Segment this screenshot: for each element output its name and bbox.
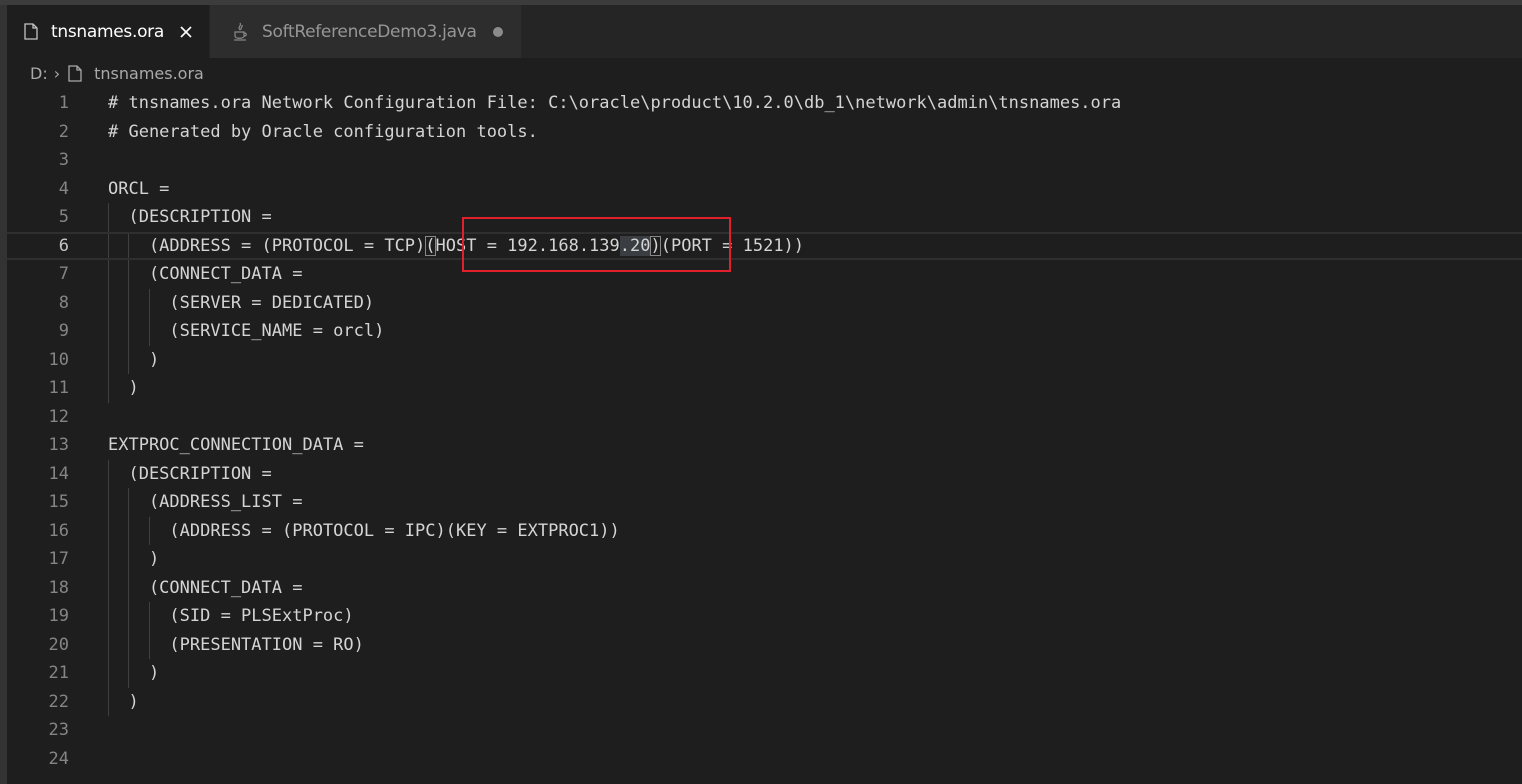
breadcrumb-file[interactable]: tnsnames.ora bbox=[94, 64, 204, 83]
line-number: 4 bbox=[58, 178, 69, 199]
code-segment: (ADDRESS = (PROTOCOL = TCP) bbox=[108, 235, 426, 256]
code-editor[interactable]: 1 # tnsnames.ora Network Configuration Fi… bbox=[7, 89, 1522, 784]
code-line[interactable]: 16 (ADDRESS = (PROTOCOL = IPC)(KEY = EXT… bbox=[7, 516, 1522, 545]
code-line[interactable]: 17 ) bbox=[7, 545, 1522, 574]
file-icon bbox=[24, 23, 38, 40]
code-line[interactable]: 24 bbox=[7, 745, 1522, 774]
chevron-right-icon: › bbox=[53, 63, 61, 83]
line-number: 10 bbox=[48, 349, 69, 370]
code-text: (SID = PLSExtProc) bbox=[108, 606, 354, 626]
code-line[interactable]: 11 ) bbox=[7, 374, 1522, 403]
line-number: 17 bbox=[48, 549, 69, 569]
tab-label: SoftReferenceDemo3.java bbox=[262, 21, 477, 42]
code-text: (CONNECT_DATA = bbox=[108, 577, 303, 598]
unsaved-dot-icon[interactable] bbox=[492, 26, 503, 37]
code-line[interactable]: 15 (ADDRESS_LIST = bbox=[7, 488, 1522, 517]
matched-bracket: ) bbox=[650, 235, 661, 256]
line-number: 18 bbox=[48, 577, 69, 598]
line-number: 21 bbox=[48, 663, 69, 683]
tab-bar: tnsnames.ora SoftReferenceDemo3.java bbox=[0, 5, 1522, 58]
line-number: 2 bbox=[58, 121, 69, 142]
code-segment: (PORT = 1521)) bbox=[660, 235, 805, 256]
tab-label: tnsnames.ora bbox=[51, 21, 164, 42]
code-text: ORCL = bbox=[108, 178, 170, 199]
matched-bracket: ( bbox=[425, 235, 436, 256]
code-line[interactable]: 13 EXTPROC_CONNECTION_DATA = bbox=[7, 431, 1522, 460]
code-text: ) bbox=[108, 549, 160, 569]
code-text: (SERVER = DEDICATED) bbox=[108, 292, 375, 313]
line-number: 16 bbox=[48, 520, 69, 541]
code-text: (ADDRESS_LIST = bbox=[108, 492, 303, 512]
code-line[interactable]: 9 (SERVICE_NAME = orcl) bbox=[7, 317, 1522, 346]
code-text: (PRESENTATION = RO) bbox=[108, 634, 364, 655]
tab-tnsnames[interactable]: tnsnames.ora bbox=[7, 5, 209, 58]
line-number: 14 bbox=[48, 463, 69, 484]
code-line[interactable]: 5 (DESCRIPTION = bbox=[7, 203, 1522, 232]
code-text: # tnsnames.ora Network Configuration Fil… bbox=[108, 93, 1122, 113]
line-number: 19 bbox=[48, 606, 69, 626]
file-icon bbox=[68, 64, 82, 82]
code-line[interactable]: 8 (SERVER = DEDICATED) bbox=[7, 288, 1522, 317]
code-line[interactable]: 21 ) bbox=[7, 659, 1522, 688]
code-text: # Generated by Oracle configuration tool… bbox=[108, 121, 538, 142]
code-text: ) bbox=[108, 663, 160, 683]
selected-text: .20 bbox=[619, 235, 651, 256]
code-line[interactable]: 18 (CONNECT_DATA = bbox=[7, 573, 1522, 602]
line-number: 24 bbox=[48, 748, 69, 769]
code-text: (DESCRIPTION = bbox=[108, 463, 272, 484]
line-number: 22 bbox=[48, 691, 69, 712]
code-line[interactable]: 6 (ADDRESS = (PROTOCOL = TCP)(HOST = 192… bbox=[7, 231, 1522, 260]
code-text: (CONNECT_DATA = bbox=[108, 264, 303, 284]
code-text: ) bbox=[108, 691, 139, 712]
code-text: (SERVICE_NAME = orcl) bbox=[108, 321, 385, 341]
code-text: ) bbox=[108, 349, 160, 370]
line-number: 12 bbox=[48, 406, 69, 427]
line-number: 5 bbox=[58, 207, 69, 227]
line-number: 1 bbox=[58, 93, 69, 113]
code-text: (ADDRESS = (PROTOCOL = IPC)(KEY = EXTPRO… bbox=[108, 520, 620, 541]
code-line[interactable]: 12 bbox=[7, 403, 1522, 432]
editor-window: tnsnames.ora SoftReferenceDemo3.java D: … bbox=[0, 0, 1522, 784]
code-line[interactable]: 1 # tnsnames.ora Network Configuration Fi… bbox=[7, 89, 1522, 118]
code-line[interactable]: 3 bbox=[7, 146, 1522, 175]
breadcrumb-drive[interactable]: D: bbox=[30, 64, 48, 83]
line-number: 20 bbox=[48, 634, 69, 655]
code-text: ) bbox=[108, 378, 139, 398]
code-text: (DESCRIPTION = bbox=[108, 207, 272, 227]
window-left-edge bbox=[0, 5, 7, 784]
code-segment: HOST = 192.168.139 bbox=[435, 235, 620, 256]
line-number: 7 bbox=[58, 264, 69, 284]
code-line[interactable]: 2 # Generated by Oracle configuration too… bbox=[7, 118, 1522, 147]
line-number: 8 bbox=[58, 292, 69, 313]
java-icon bbox=[232, 22, 248, 42]
code-line[interactable]: 10 ) bbox=[7, 345, 1522, 374]
code-line[interactable]: 4 ORCL = bbox=[7, 175, 1522, 204]
line-number: 9 bbox=[58, 321, 69, 341]
code-line[interactable]: 19 (SID = PLSExtProc) bbox=[7, 602, 1522, 631]
code-text: (ADDRESS = (PROTOCOL = TCP)(HOST = 192.1… bbox=[108, 234, 804, 259]
code-line[interactable]: 20 (PRESENTATION = RO) bbox=[7, 630, 1522, 659]
code-line[interactable]: 7 (CONNECT_DATA = bbox=[7, 260, 1522, 289]
line-number: 3 bbox=[58, 150, 69, 170]
line-number: 15 bbox=[48, 492, 69, 512]
tab-softreferencedemo3[interactable]: SoftReferenceDemo3.java bbox=[209, 5, 521, 58]
line-number: 11 bbox=[48, 378, 69, 398]
code-line[interactable]: 22 ) bbox=[7, 687, 1522, 716]
close-icon[interactable] bbox=[178, 24, 194, 40]
line-number: 13 bbox=[48, 435, 69, 455]
breadcrumb: D: › tnsnames.ora bbox=[7, 58, 1522, 88]
code-line[interactable]: 14 (DESCRIPTION = bbox=[7, 459, 1522, 488]
line-number: 6 bbox=[58, 235, 69, 256]
line-number: 23 bbox=[48, 720, 69, 740]
code-line[interactable]: 23 bbox=[7, 716, 1522, 745]
code-text: EXTPROC_CONNECTION_DATA = bbox=[108, 435, 364, 455]
